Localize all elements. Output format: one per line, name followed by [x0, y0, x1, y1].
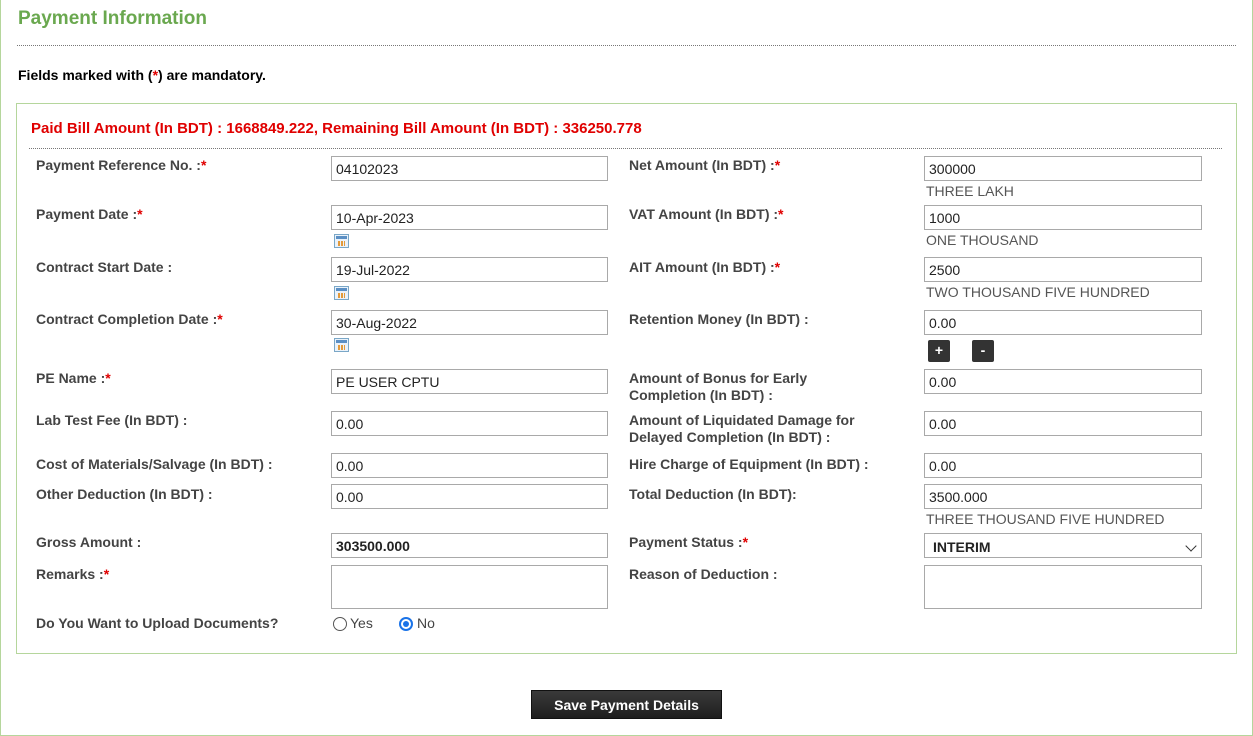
save-payment-details-button[interactable]: Save Payment Details: [531, 690, 722, 719]
liquidated-damage-input[interactable]: 0.00: [924, 411, 1202, 436]
retention-remove-button[interactable]: -: [972, 340, 994, 362]
retention-money-input[interactable]: 0.00: [924, 310, 1202, 335]
reason-of-deduction-label: Reason of Deduction :: [629, 566, 778, 582]
liquidated-label-line2: Delayed Completion (In BDT) :: [629, 429, 831, 445]
summary-divider: [29, 148, 1222, 149]
lab-test-fee-input[interactable]: 0.00: [331, 411, 608, 436]
pe-name-label-text: PE Name :: [36, 370, 106, 386]
chevron-down-icon: [1185, 540, 1197, 552]
other-deduction-input[interactable]: 0.00: [331, 484, 608, 509]
required-marker: *: [105, 370, 111, 386]
upload-documents-label: Do You Want to Upload Documents?: [36, 615, 279, 631]
bill-summary: Paid Bill Amount (In BDT) : 1668849.222,…: [31, 120, 642, 137]
total-deduction-input[interactable]: 3500.000: [924, 484, 1202, 509]
hire-charge-input[interactable]: 0.00: [924, 453, 1202, 478]
payment-date-input[interactable]: 10-Apr-2023: [331, 205, 608, 230]
mandatory-note: Fields marked with (*) are mandatory.: [18, 67, 266, 83]
payment-date-label: Payment Date :*: [36, 206, 143, 223]
reason-of-deduction-textarea[interactable]: [924, 565, 1202, 609]
liquidated-label-line1: Amount of Liquidated Damage for: [629, 412, 855, 428]
total-deduction-in-words: THREE THOUSAND FIVE HUNDRED: [926, 511, 1165, 527]
upload-yes-radio[interactable]: [333, 617, 347, 631]
required-marker: *: [103, 566, 110, 582]
remarks-label-text: Remarks :: [36, 566, 104, 582]
contract-completion-date-label: Contract Completion Date :*: [36, 311, 223, 328]
net-amount-label-text: Net Amount (In BDT) :: [629, 157, 775, 173]
bonus-early-completion-label: Amount of Bonus for Early Completion (In …: [629, 370, 807, 404]
bonus-early-completion-input[interactable]: 0.00: [924, 369, 1202, 394]
remarks-textarea[interactable]: [331, 565, 608, 609]
contract-start-date-input[interactable]: 19-Jul-2022: [331, 257, 608, 282]
ait-amount-label: AIT Amount (In BDT) :*: [629, 259, 780, 276]
payment-status-value: INTERIM: [933, 539, 991, 555]
net-amount-label: Net Amount (In BDT) :*: [629, 157, 780, 174]
retention-money-label: Retention Money (In BDT) :: [629, 311, 809, 327]
required-marker: *: [774, 157, 781, 173]
gross-amount-label: Gross Amount :: [36, 534, 142, 550]
calendar-icon[interactable]: [334, 338, 349, 352]
calendar-icon[interactable]: [334, 286, 349, 300]
payment-date-label-text: Payment Date :: [36, 206, 138, 222]
net-amount-in-words: THREE LAKH: [926, 183, 1014, 199]
net-amount-input[interactable]: 300000: [924, 156, 1202, 181]
remarks-label: Remarks :*: [36, 566, 109, 583]
pe-name-input[interactable]: PE USER CPTU: [331, 369, 608, 394]
upload-yes-label[interactable]: Yes: [350, 615, 373, 631]
pe-name-label: PE Name :*: [36, 370, 111, 387]
mandatory-note-suffix: ) are mandatory.: [158, 67, 266, 83]
required-marker: *: [774, 259, 781, 275]
ait-amount-label-text: AIT Amount (In BDT) :: [629, 259, 775, 275]
retention-add-button[interactable]: +: [928, 340, 950, 362]
payment-reference-label: Payment Reference No. :*: [36, 157, 206, 174]
required-marker: *: [778, 206, 784, 222]
contract-completion-date-input[interactable]: 30-Aug-2022: [331, 310, 608, 335]
payment-status-label-text: Payment Status :: [629, 534, 743, 550]
vat-amount-in-words: ONE THOUSAND: [926, 232, 1039, 248]
payment-reference-label-text: Payment Reference No. :: [36, 157, 201, 173]
calendar-icon[interactable]: [334, 234, 349, 248]
vat-amount-label: VAT Amount (In BDT) :*: [629, 206, 784, 223]
required-marker: *: [200, 157, 207, 173]
upload-no-radio[interactable]: [399, 617, 413, 631]
other-deduction-label: Other Deduction (In BDT) :: [36, 486, 213, 502]
cost-materials-input[interactable]: 0.00: [331, 453, 608, 478]
gross-amount-input[interactable]: 303500.000: [331, 533, 608, 558]
ait-amount-input[interactable]: 2500: [924, 257, 1202, 282]
required-marker: *: [742, 534, 749, 550]
cost-materials-label: Cost of Materials/Salvage (In BDT) :: [36, 456, 273, 472]
page-title: Payment Information: [18, 8, 207, 29]
title-divider: [17, 45, 1236, 46]
lab-test-fee-label: Lab Test Fee (In BDT) :: [36, 412, 188, 428]
liquidated-damage-label: Amount of Liquidated Damage for Delayed C…: [629, 412, 855, 446]
required-marker: *: [217, 311, 223, 327]
contract-start-date-label: Contract Start Date :: [36, 259, 173, 275]
hire-charge-label: Hire Charge of Equipment (In BDT) :: [629, 456, 869, 472]
vat-amount-input[interactable]: 1000: [924, 205, 1202, 230]
contract-completion-date-label-text: Contract Completion Date :: [36, 311, 218, 327]
mandatory-note-prefix: Fields marked with (: [18, 67, 153, 83]
vat-amount-label-text: VAT Amount (In BDT) :: [629, 206, 779, 222]
payment-reference-input[interactable]: 04102023: [331, 156, 608, 181]
total-deduction-label: Total Deduction (In BDT):: [629, 486, 797, 502]
upload-no-label[interactable]: No: [417, 615, 435, 631]
payment-status-label: Payment Status :*: [629, 534, 748, 551]
ait-amount-in-words: TWO THOUSAND FIVE HUNDRED: [926, 284, 1150, 300]
bonus-label-line2: Completion (In BDT) :: [629, 387, 773, 403]
bonus-label-line1: Amount of Bonus for Early: [629, 370, 808, 386]
required-marker: *: [137, 206, 143, 222]
payment-status-select[interactable]: INTERIM: [924, 533, 1202, 558]
